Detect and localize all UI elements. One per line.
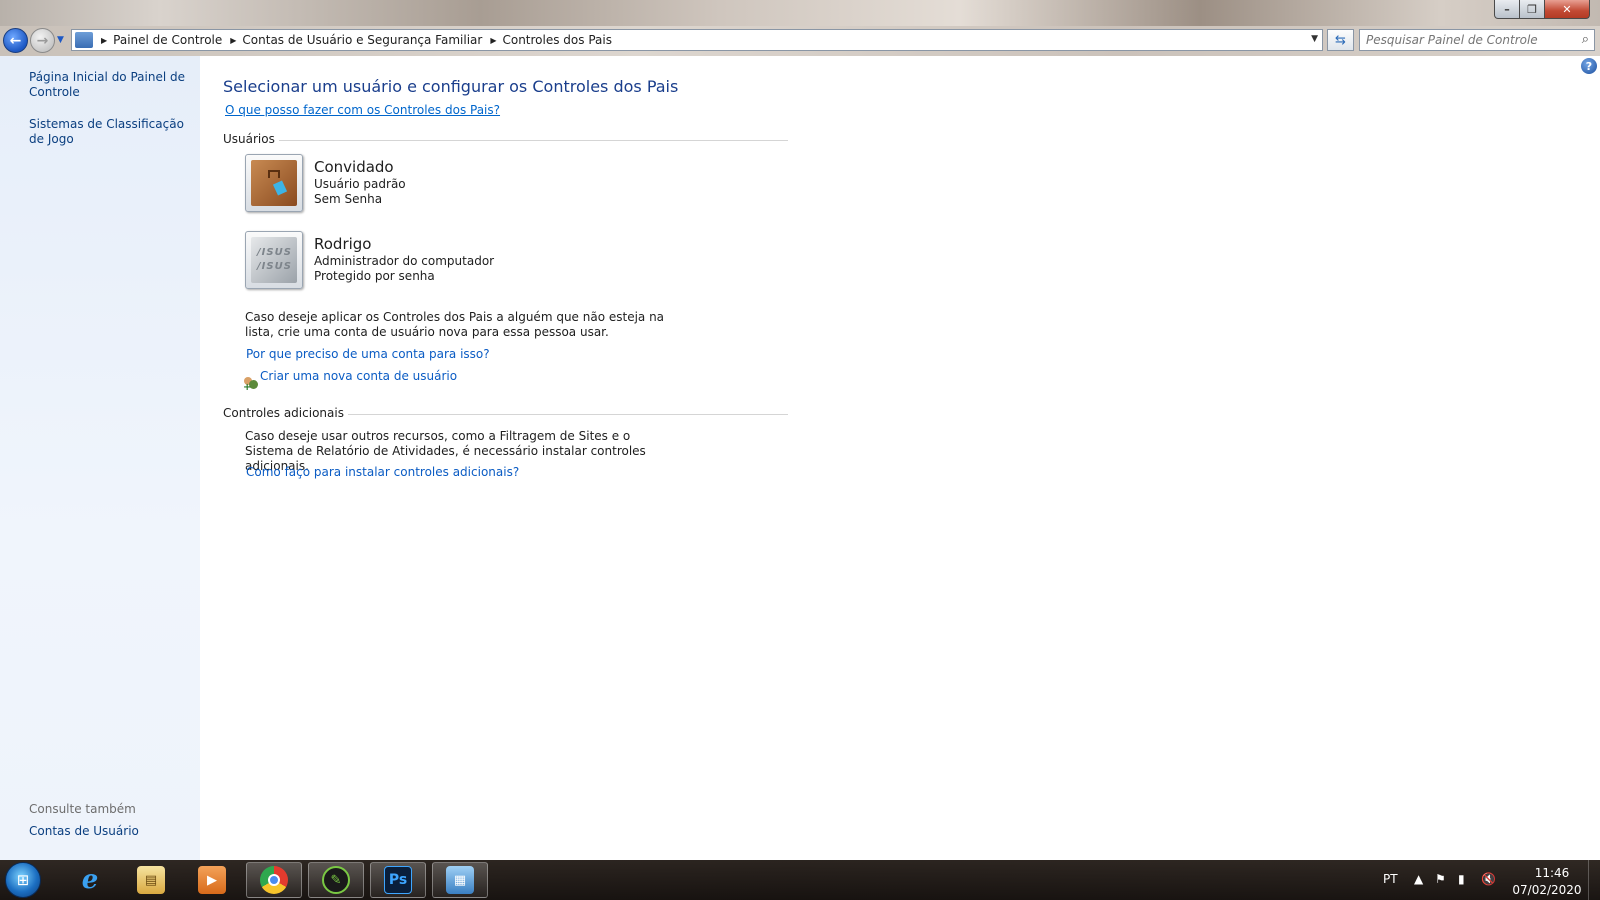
taskbar-app[interactable]: ✎ — [308, 862, 364, 898]
minimize-button[interactable]: – — [1494, 0, 1520, 19]
users-section-heading: Usuários — [223, 132, 279, 146]
taskbar-control-panel[interactable]: ▦ — [432, 862, 488, 898]
taskbar-internet-explorer[interactable]: e — [62, 862, 118, 898]
user-type: Usuário padrão — [314, 177, 406, 191]
additional-controls-heading: Controles adicionais — [223, 406, 348, 420]
volume-muted-icon[interactable]: 🔇 — [1481, 872, 1496, 886]
breadcrumb-user-accounts[interactable]: Contas de Usuário e Segurança Familiar — [242, 33, 482, 47]
section-divider — [223, 140, 788, 141]
start-button[interactable]: ⊞ — [5, 862, 41, 898]
taskbar-photoshop[interactable]: Ps — [370, 862, 426, 898]
chrome-icon — [260, 866, 288, 894]
user-name[interactable]: Rodrigo — [314, 235, 371, 253]
page-title: Selecionar um usuário e configurar os Co… — [223, 77, 679, 96]
navigation-bar: ← → ▼ ▶ Painel de Controle ▶ Contas de U… — [0, 26, 1600, 56]
windows-logo-icon: ⊞ — [16, 871, 30, 889]
left-pane: Página Inicial do Painel de Controle Sis… — [0, 56, 200, 860]
help-icon[interactable]: ? — [1581, 58, 1597, 74]
title-bar: – ❐ ✕ — [0, 0, 1600, 27]
folder-icon: ▤ — [137, 866, 165, 894]
breadcrumb-chevron-icon[interactable]: ▶ — [490, 36, 496, 45]
install-controls-link[interactable]: Como faço para instalar controles adicio… — [246, 465, 519, 479]
create-account-info-text: Caso deseje aplicar os Controles dos Pai… — [245, 310, 665, 339]
asus-avatar[interactable]: /ISUS /ISUS — [245, 231, 303, 289]
show-desktop-button[interactable] — [1588, 860, 1600, 900]
restore-button[interactable]: ❐ — [1519, 0, 1545, 19]
add-user-icon[interactable]: + — [243, 376, 259, 393]
network-signal-icon[interactable]: ▮ — [1458, 872, 1465, 886]
internet-explorer-icon: e — [81, 865, 99, 895]
taskbar-file-explorer[interactable]: ▤ — [123, 862, 179, 898]
parental-controls-help-link[interactable]: O que posso fazer com os Controles dos P… — [225, 103, 500, 117]
create-account-link[interactable]: Criar uma nova conta de usuário — [260, 369, 457, 383]
sidebar-item-control-panel-home[interactable]: Página Inicial do Painel de Controle — [29, 70, 189, 100]
show-hidden-icons-icon[interactable]: ▲ — [1414, 872, 1423, 886]
address-dropdown-icon[interactable]: ▼ — [1311, 34, 1318, 44]
user-name[interactable]: Convidado — [314, 158, 394, 176]
user-password-status: Protegido por senha — [314, 269, 435, 283]
guest-avatar[interactable] — [245, 154, 303, 212]
see-also-heading: Consulte também — [29, 802, 136, 816]
taskbar-media-player[interactable]: ▶ — [184, 862, 240, 898]
user-type: Administrador do computador — [314, 254, 495, 268]
user-tile-rodrigo[interactable]: /ISUS /ISUS Rodrigo Administrador do com… — [245, 231, 665, 295]
address-bar[interactable]: ▶ Painel de Controle ▶ Contas de Usuário… — [71, 29, 1323, 51]
clock-time[interactable]: 11:46 — [1520, 866, 1584, 880]
taskbar-chrome[interactable] — [246, 862, 302, 898]
breadcrumb-parental-controls[interactable]: Controles dos Pais — [502, 33, 612, 47]
pen-tool-icon: ✎ — [322, 866, 350, 894]
taskbar: ⊞ e ▤ ▶ ✎ Ps ▦ PT ▲ ⚑ ▮ 🔇 11:46 07/02/20… — [0, 860, 1600, 900]
search-box[interactable]: ⌕ — [1359, 29, 1595, 51]
control-panel-icon: ▦ — [446, 866, 474, 894]
refresh-button[interactable]: ⇆ — [1327, 29, 1354, 51]
breadcrumb-chevron-icon[interactable]: ▶ — [101, 36, 107, 45]
back-button[interactable]: ← — [3, 28, 28, 53]
close-button[interactable]: ✕ — [1544, 0, 1590, 19]
sidebar-item-user-accounts[interactable]: Contas de Usuário — [29, 824, 139, 838]
refresh-icon: ⇆ — [1335, 32, 1346, 48]
forward-button[interactable]: → — [30, 28, 55, 53]
action-center-flag-icon[interactable]: ⚑ — [1435, 872, 1446, 886]
sidebar-item-game-ratings[interactable]: Sistemas de Classificação de Jogo — [29, 117, 189, 147]
breadcrumb-control-panel[interactable]: Painel de Controle — [113, 33, 222, 47]
content-area: Página Inicial do Painel de Controle Sis… — [0, 56, 1600, 860]
why-account-link[interactable]: Por que preciso de uma conta para isso? — [246, 347, 490, 361]
photoshop-icon: Ps — [384, 866, 412, 894]
language-indicator[interactable]: PT — [1383, 872, 1398, 886]
media-player-icon: ▶ — [198, 866, 226, 894]
user-tile-convidado[interactable]: Convidado Usuário padrão Sem Senha — [245, 154, 665, 218]
search-icon[interactable]: ⌕ — [1582, 32, 1589, 47]
clock-date[interactable]: 07/02/2020 — [1510, 883, 1584, 897]
control-panel-icon — [75, 32, 93, 48]
breadcrumb-chevron-icon[interactable]: ▶ — [230, 36, 236, 45]
user-password-status: Sem Senha — [314, 192, 383, 206]
recent-pages-dropdown[interactable]: ▼ — [57, 35, 64, 45]
search-input[interactable] — [1360, 30, 1570, 50]
